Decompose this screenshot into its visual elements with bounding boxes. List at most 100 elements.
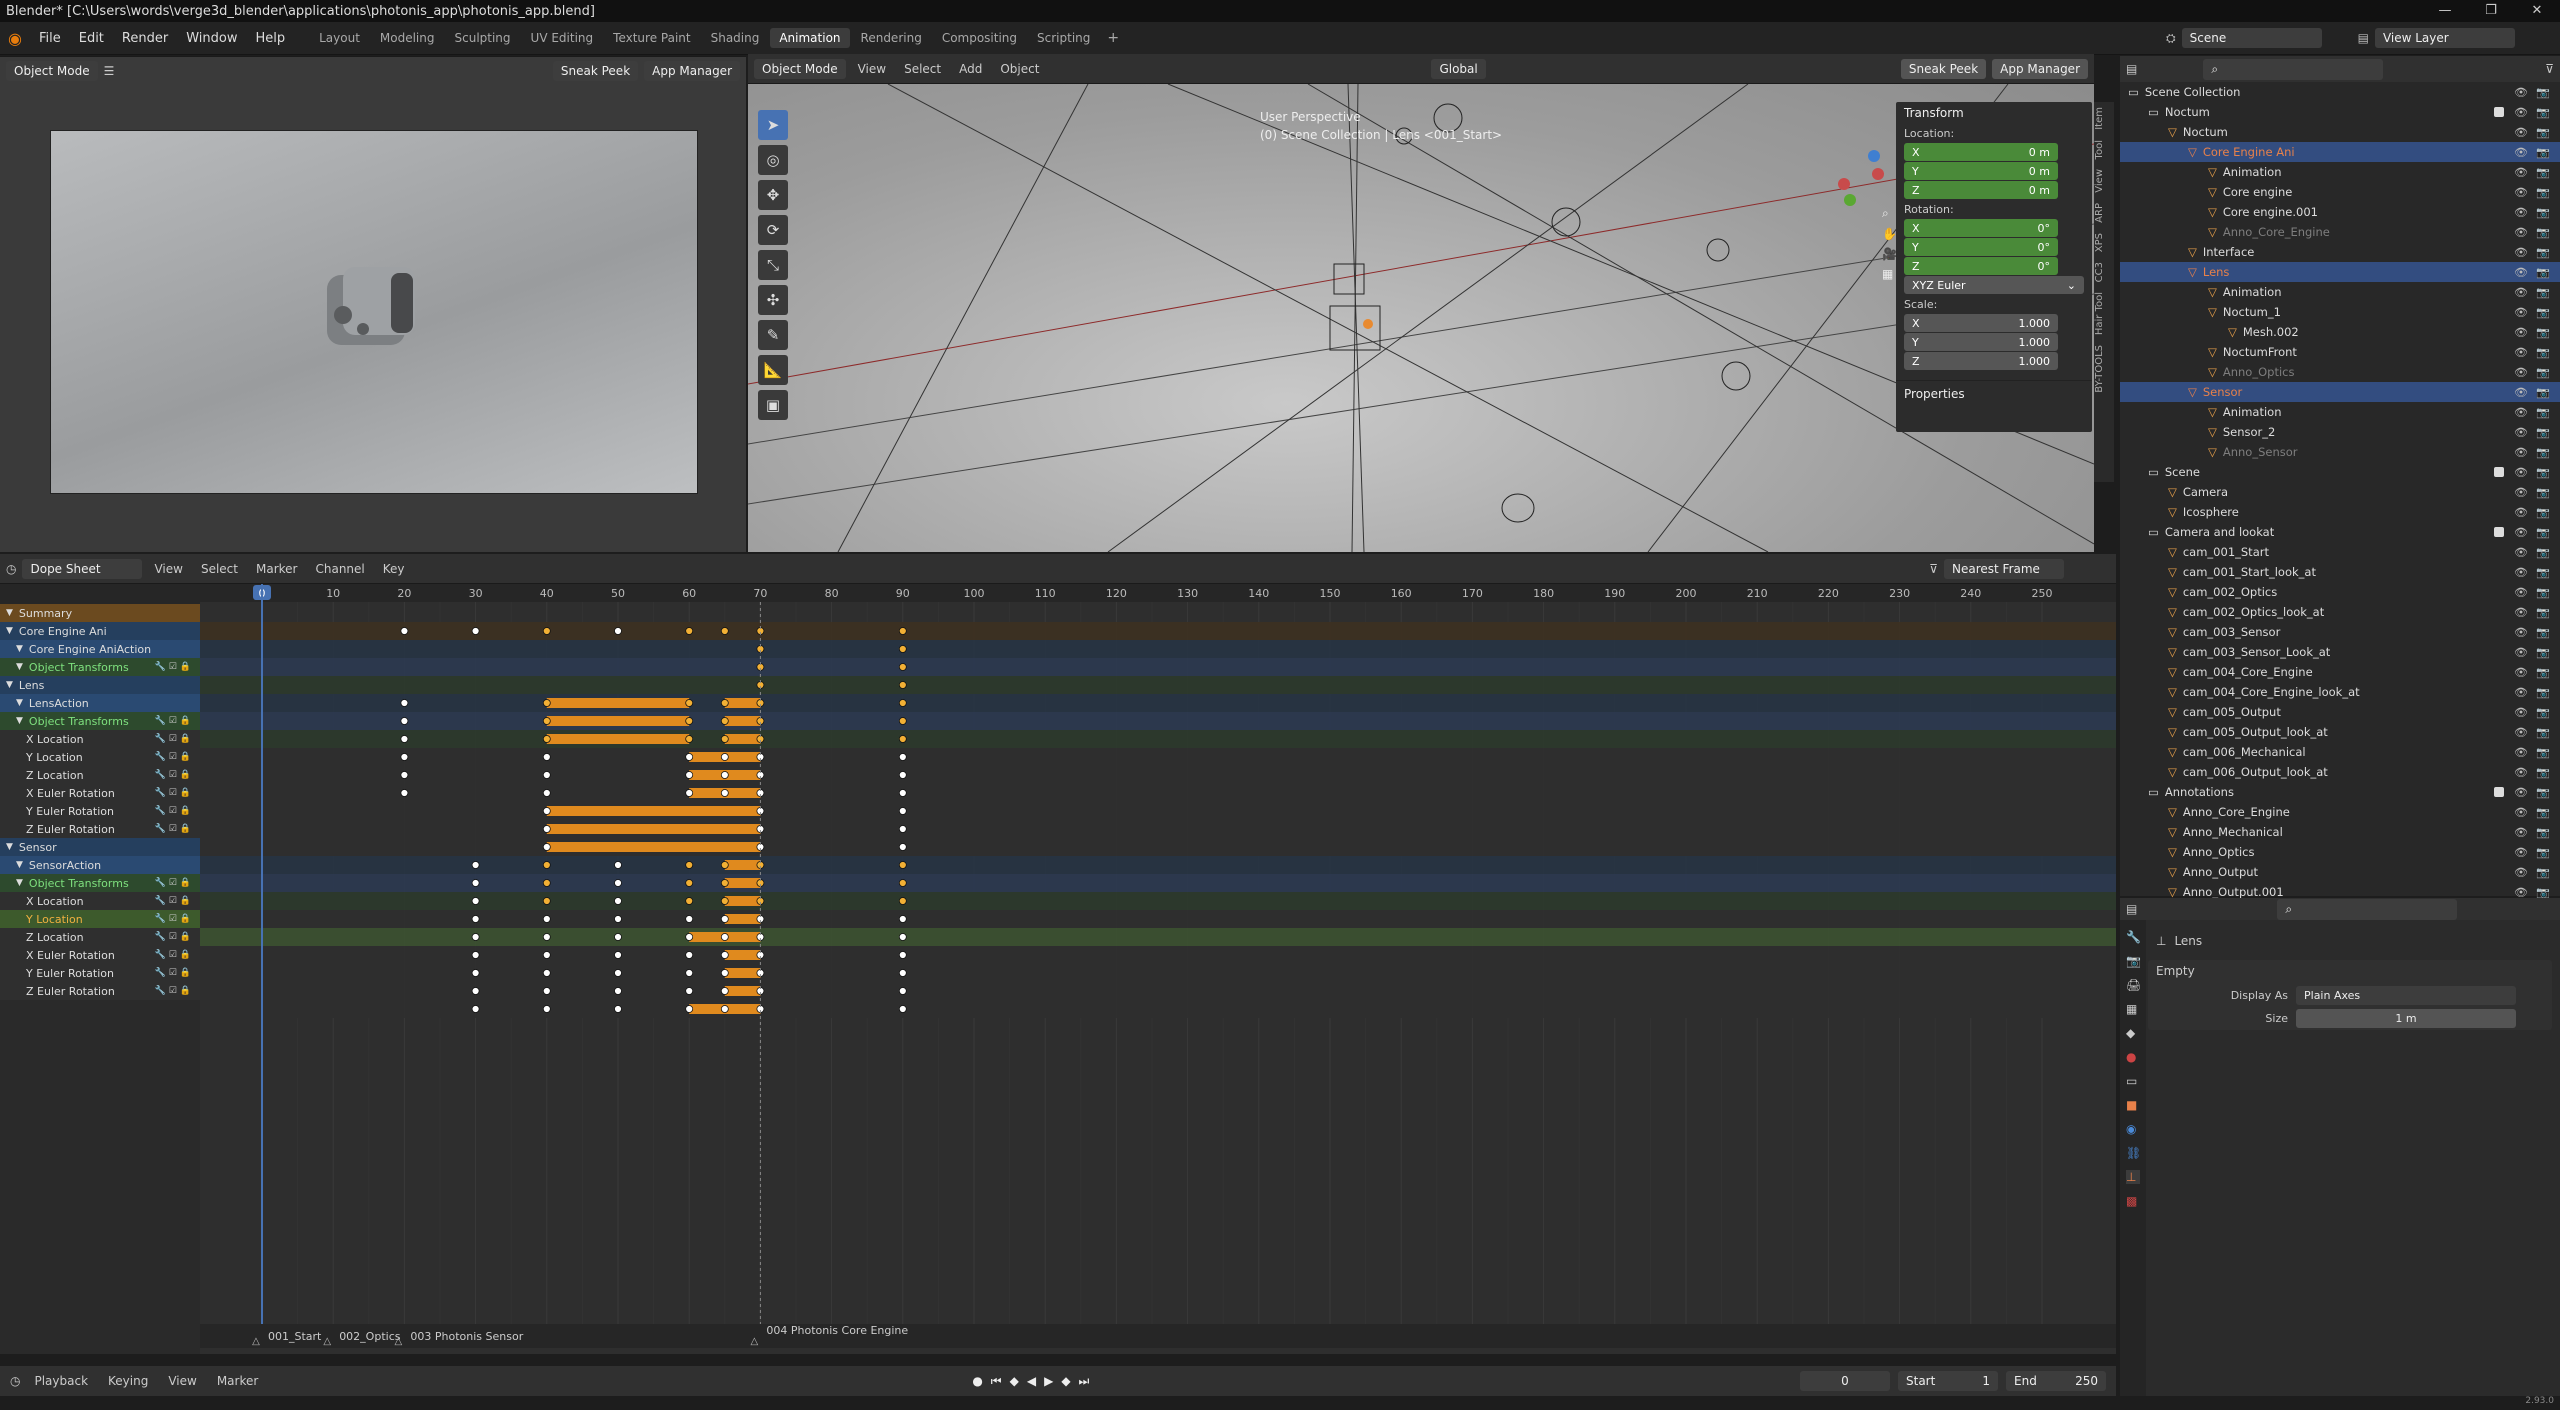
keyframe[interactable] <box>614 1005 622 1013</box>
tab-scripting[interactable]: Scripting <box>1028 28 1099 48</box>
location-y-field[interactable]: Y 0 m <box>1904 162 2058 180</box>
keyframe[interactable] <box>720 951 729 959</box>
visibility-eye-icon[interactable]: 👁 <box>2514 126 2528 139</box>
channel-group[interactable]: ▼ Object Transforms 🔧☑🔒 <box>0 712 200 730</box>
keyframe[interactable] <box>614 897 622 905</box>
side-tab-cc3[interactable]: CC3 <box>2094 257 2110 287</box>
view-layer-tab-icon[interactable]: ▦ <box>2126 1002 2140 1016</box>
keyframe[interactable] <box>471 987 480 995</box>
filter-icon[interactable]: ⊽ <box>1929 562 1938 576</box>
channel-fc[interactable]: Z Euler Rotation 🔧☑🔒 <box>0 820 200 838</box>
location-z-field[interactable]: Z 0 m <box>1904 181 2058 199</box>
channel-search-input[interactable] <box>0 584 200 604</box>
ds-menu-key[interactable]: Key <box>377 562 411 576</box>
channel-group[interactable]: ▼ Object Transforms 🔧☑🔒 <box>0 874 200 892</box>
channel-toggles-icon[interactable]: 🔧☑🔒 <box>155 770 194 780</box>
keyframe[interactable] <box>542 987 551 995</box>
ds-menu-select[interactable]: Select <box>195 562 244 576</box>
outliner-item[interactable]: ▽ Animation 👁 📷 <box>2120 282 2560 302</box>
jump-end-icon[interactable]: ⏭ <box>1079 1374 1090 1389</box>
keyframe[interactable] <box>542 717 551 725</box>
keyframe[interactable] <box>471 1005 480 1013</box>
outliner-item[interactable]: ▭ Noctum 👁 📷 <box>2120 102 2560 122</box>
keyframe[interactable] <box>471 897 480 905</box>
keyframe[interactable] <box>542 825 551 833</box>
render-camera-icon[interactable]: 📷 <box>2536 806 2550 819</box>
keyframe[interactable] <box>685 627 694 635</box>
visibility-eye-icon[interactable]: 👁 <box>2514 526 2528 539</box>
keyframe[interactable] <box>685 861 694 869</box>
expand-arrow-icon[interactable]: ▼ <box>16 698 23 708</box>
render-camera-icon[interactable]: 📷 <box>2536 86 2550 99</box>
keyframe[interactable] <box>542 1005 551 1013</box>
render-camera-icon[interactable]: 📷 <box>2536 506 2550 519</box>
channel-obj[interactable]: ▼ Sensor <box>0 838 200 856</box>
keyframe[interactable] <box>898 915 907 923</box>
keyframe[interactable] <box>898 681 907 689</box>
outliner-item[interactable]: ▽ Anno_Core_Engine 👁 📷 <box>2120 802 2560 822</box>
sneak-peek-button[interactable]: Sneak Peek <box>552 61 639 81</box>
blender-logo-icon[interactable]: ◉ <box>0 29 30 48</box>
outliner-item[interactable]: ▽ Sensor_2 👁 📷 <box>2120 422 2560 442</box>
keyframe[interactable] <box>898 825 907 833</box>
properties-editor-icon[interactable]: ▤ <box>2126 902 2137 916</box>
keyframe[interactable] <box>898 969 907 977</box>
render-camera-icon[interactable]: 📷 <box>2536 886 2550 899</box>
render-tab-icon[interactable]: 📷 <box>2126 954 2141 968</box>
render-camera-icon[interactable]: 📷 <box>2536 646 2550 659</box>
visibility-eye-icon[interactable]: 👁 <box>2514 226 2528 239</box>
keyframe-grid[interactable]: 10 20 30 40 50 60 70 80 90 100 110 120 130 140 150 160 1… <box>200 584 2116 1354</box>
render-camera-icon[interactable]: 📷 <box>2536 586 2550 599</box>
keyframe[interactable] <box>542 807 551 815</box>
outliner-item[interactable]: ▭ Scene 👁 📷 <box>2120 462 2560 482</box>
channel-fc[interactable]: X Location 🔧☑🔒 <box>0 892 200 910</box>
visibility-eye-icon[interactable]: 👁 <box>2514 766 2528 779</box>
object-data-tab-icon[interactable]: ⊥ <box>2126 1170 2140 1184</box>
visibility-eye-icon[interactable]: 👁 <box>2514 146 2528 159</box>
visibility-eye-icon[interactable]: 👁 <box>2514 86 2528 99</box>
zoom-icon[interactable]: ⌕ <box>1882 206 1897 221</box>
channel-fc[interactable]: Z Euler Rotation 🔧☑🔒 <box>0 982 200 1000</box>
keyframe[interactable] <box>720 789 729 797</box>
channel-toggles-icon[interactable]: 🔧☑🔒 <box>155 914 194 924</box>
visibility-eye-icon[interactable]: 👁 <box>2514 806 2528 819</box>
visibility-eye-icon[interactable]: 👁 <box>2514 726 2528 739</box>
rotation-mode-dropdown[interactable]: XYZ Euler ⌄ <box>1904 276 2084 294</box>
channel-group[interactable]: ▼ Object Transforms 🔧☑🔒 <box>0 658 200 676</box>
channel-toggles-icon[interactable]: 🔧☑🔒 <box>155 788 194 798</box>
keyframe[interactable] <box>400 771 409 779</box>
channel-summary[interactable]: ▼ Summary <box>0 604 200 622</box>
keyframe[interactable] <box>685 789 694 797</box>
keyframe[interactable] <box>471 861 480 869</box>
viewport-mode-dropdown[interactable]: Object Mode <box>754 58 846 79</box>
render-camera-icon[interactable]: 📷 <box>2536 846 2550 859</box>
outliner-item[interactable]: ▽ Anno_Sensor 👁 📷 <box>2120 442 2560 462</box>
render-camera-icon[interactable]: 📷 <box>2536 466 2550 479</box>
expand-arrow-icon[interactable]: ▼ <box>6 842 13 852</box>
keyframe[interactable] <box>542 897 551 905</box>
side-tab-item[interactable]: Item <box>2094 102 2110 135</box>
outliner-item[interactable]: ▽ cam_001_Start_look_at 👁 📷 <box>2120 562 2560 582</box>
keyframe[interactable] <box>720 987 729 995</box>
channel-toggles-icon[interactable]: 🔧☑🔒 <box>155 968 194 978</box>
editor-type-icon[interactable]: ◷ <box>6 562 16 576</box>
outliner-item[interactable]: ▽ cam_002_Optics 👁 📷 <box>2120 582 2560 602</box>
constraints-tab-icon[interactable]: ⛓ <box>2126 1146 2141 1160</box>
visibility-eye-icon[interactable]: 👁 <box>2514 706 2528 719</box>
keyframe[interactable] <box>614 969 622 977</box>
render-camera-icon[interactable]: 📷 <box>2536 726 2550 739</box>
render-camera-icon[interactable]: 📷 <box>2536 406 2550 419</box>
visibility-eye-icon[interactable]: 👁 <box>2514 866 2528 879</box>
channel-action[interactable]: ▼ Core Engine AniAction <box>0 640 200 658</box>
keyframe[interactable] <box>898 933 907 941</box>
visibility-eye-icon[interactable]: 👁 <box>2514 166 2528 179</box>
marker-icon[interactable]: △ <box>252 1336 260 1347</box>
channel-toggles-icon[interactable]: 🔧☑🔒 <box>155 824 194 834</box>
visibility-eye-icon[interactable]: 👁 <box>2514 606 2528 619</box>
render-camera-icon[interactable]: 📷 <box>2536 226 2550 239</box>
prev-key-icon[interactable]: ◆ <box>1010 1374 1019 1388</box>
scale-z-field[interactable]: Z 1.000 <box>1904 352 2058 370</box>
outliner-item[interactable]: ▽ cam_006_Mechanical 👁 📷 <box>2120 742 2560 762</box>
outliner-search-input[interactable]: ⌕ <box>2203 58 2384 80</box>
expand-arrow-icon[interactable]: ▼ <box>6 680 13 690</box>
